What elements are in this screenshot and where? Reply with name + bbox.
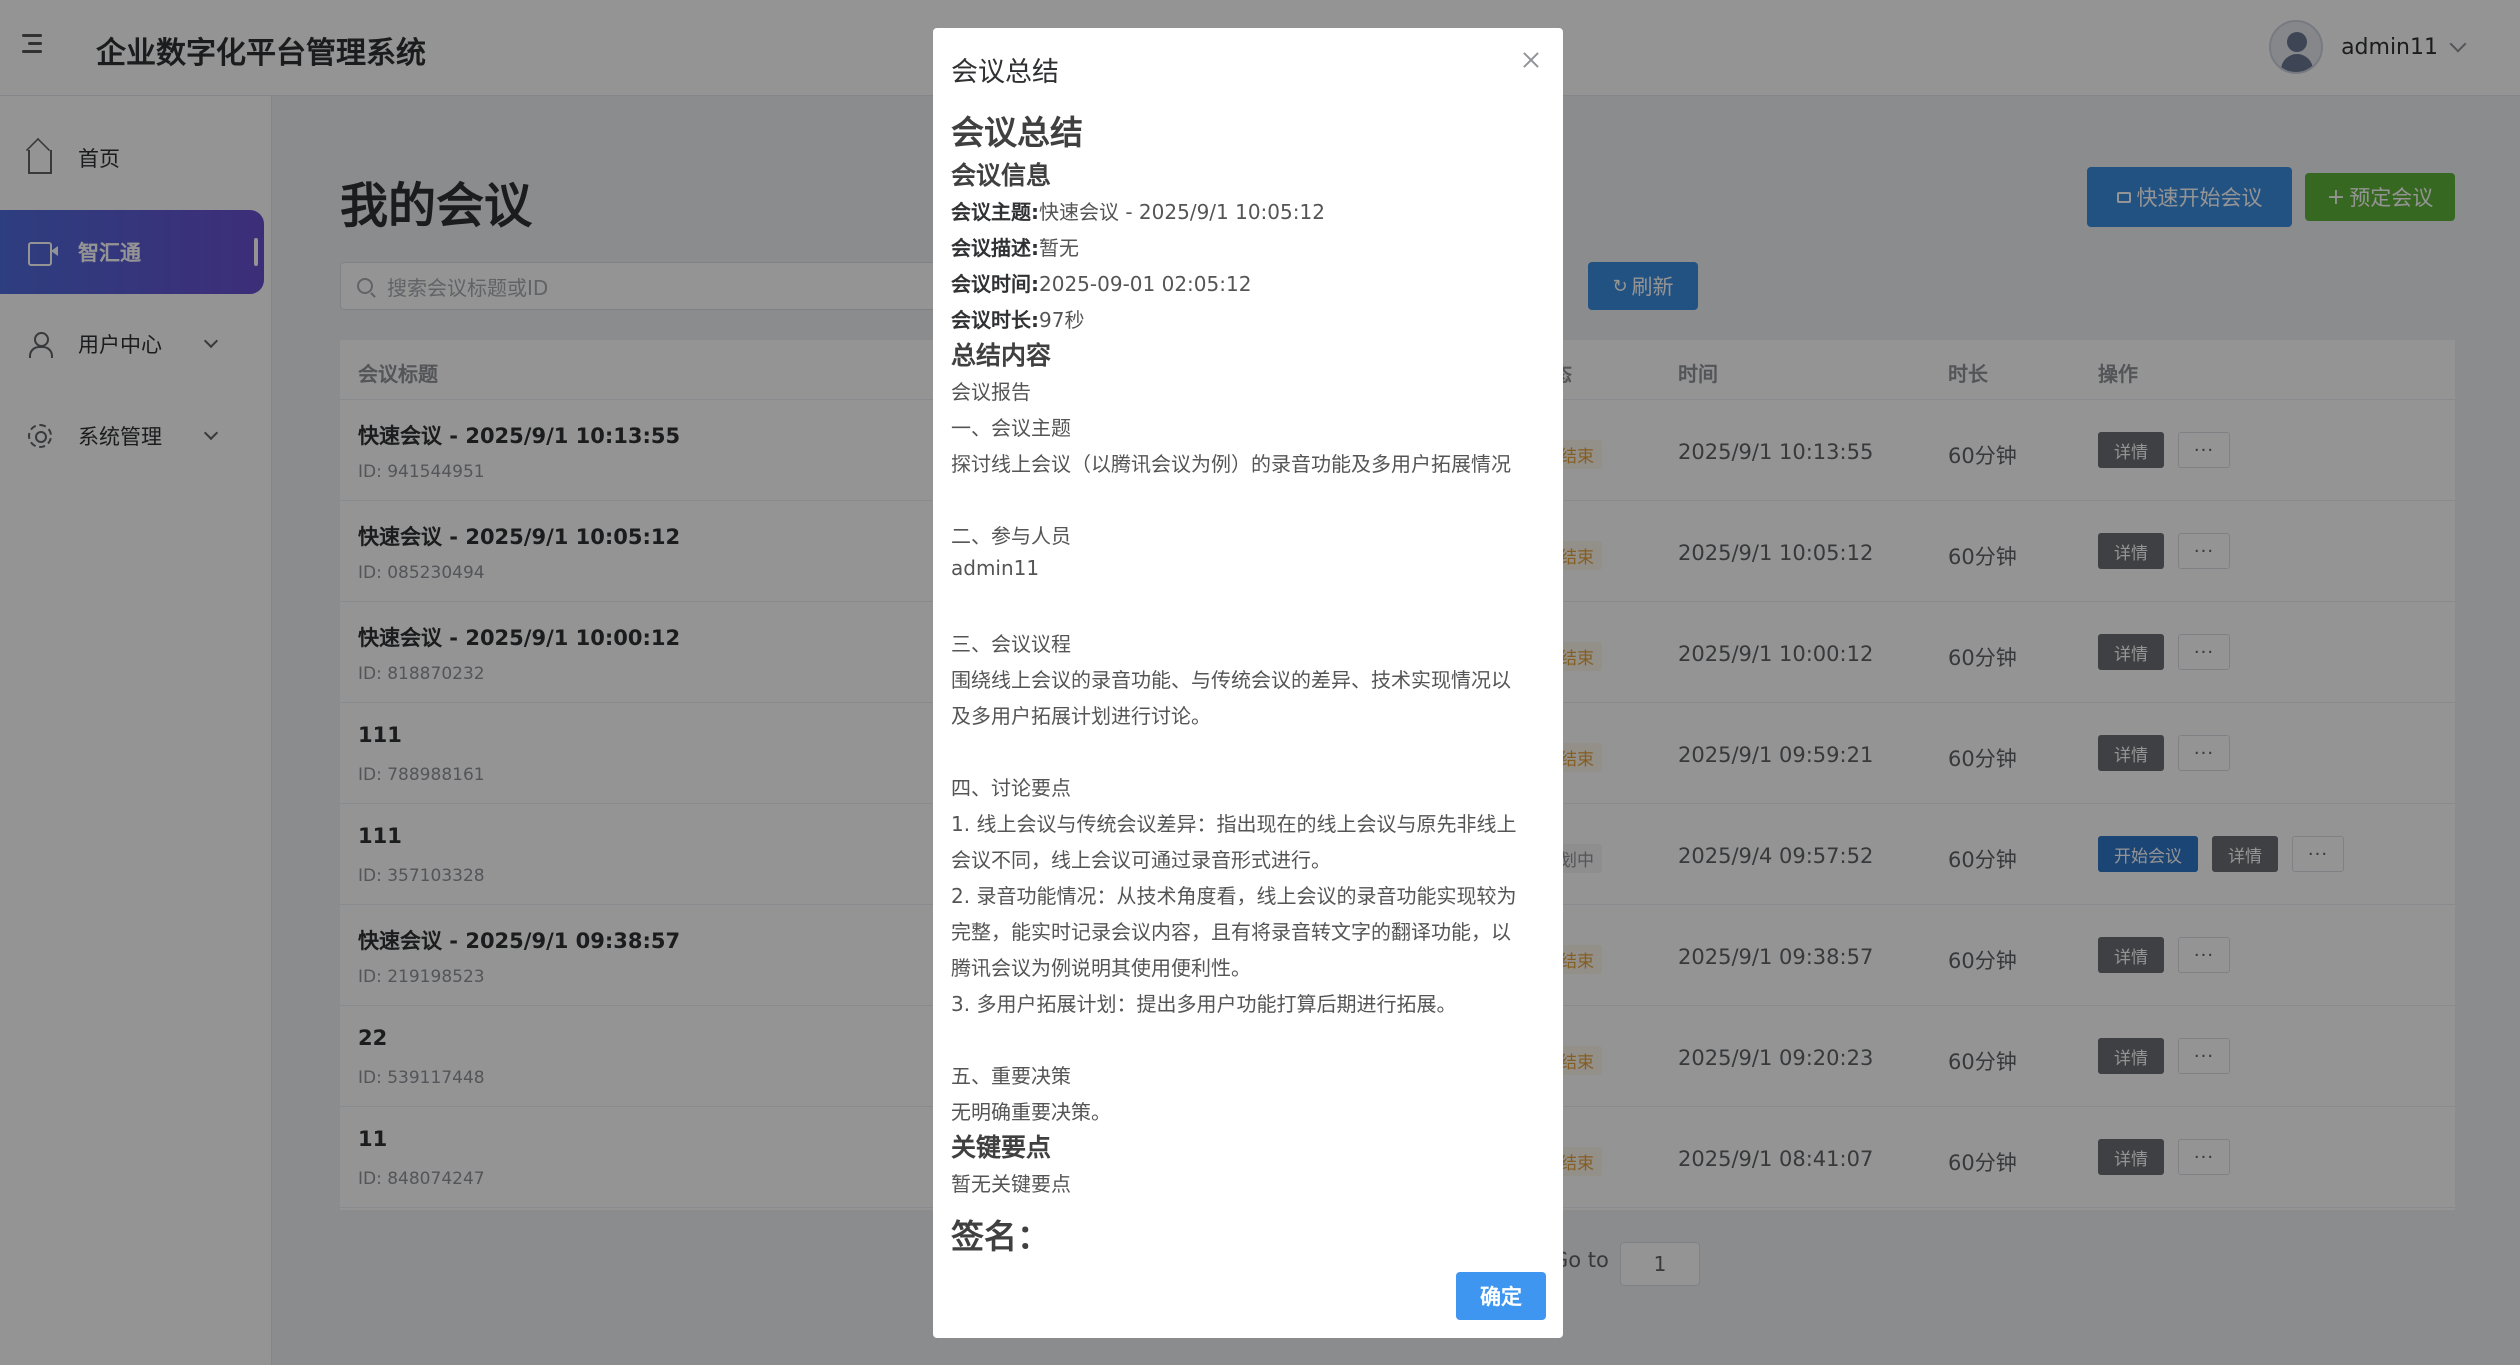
- duration-line: 会议时长:97秒: [951, 304, 1084, 333]
- confirm-button[interactable]: 确定: [1456, 1272, 1546, 1320]
- report-line: 围绕线上会议的录音功能、与传统会议的差异、技术实现情况以: [951, 668, 1511, 692]
- desc-line: 会议描述:暂无: [951, 232, 1079, 261]
- time-value: 2025-09-01 02:05:12: [1039, 272, 1252, 296]
- report-line: 完整，能实时记录会议内容，且有将录音转文字的翻译功能，以: [951, 920, 1511, 944]
- report-line: 四、讨论要点: [951, 776, 1071, 800]
- report-line: 无明确重要决策。: [951, 1100, 1111, 1124]
- dialog-title: 会议总结: [951, 57, 1059, 88]
- key-points-text: 暂无关键要点: [951, 1172, 1071, 1196]
- report-line: 三、会议议程: [951, 632, 1071, 656]
- report-line: 1. 线上会议与传统会议差异：指出现在的线上会议与原先非线上: [951, 812, 1517, 836]
- duration-value: 97秒: [1039, 308, 1085, 332]
- duration-key: 会议时长:: [951, 308, 1039, 332]
- summary-heading: 会议总结: [951, 113, 1083, 152]
- report-line: 3. 多用户拓展计划：提出多用户功能打算后期进行拓展。: [951, 992, 1457, 1016]
- report-line: 会议不同，线上会议可通过录音形式进行。: [951, 848, 1331, 872]
- summary-dialog: 会议总结 会议总结 会议信息 会议主题:快速会议 - 2025/9/1 10:0…: [933, 28, 1563, 1338]
- report-line: 腾讯会议为例说明其使用便利性。: [951, 956, 1251, 980]
- desc-key: 会议描述:: [951, 236, 1039, 260]
- report-line: 二、参与人员: [951, 524, 1071, 548]
- report-line: 探讨线上会议（以腾讯会议为例）的录音功能及多用户拓展情况: [951, 452, 1511, 476]
- desc-value: 暂无: [1039, 236, 1079, 260]
- key-points-heading: 关键要点: [951, 1133, 1052, 1162]
- time-line: 会议时间:2025-09-01 02:05:12: [951, 268, 1251, 297]
- content-heading: 总结内容: [951, 341, 1052, 370]
- subject-value: 快速会议 - 2025/9/1 10:05:12: [1039, 200, 1325, 224]
- report-line: 会议报告: [951, 380, 1031, 404]
- report-line: 一、会议主题: [951, 416, 1071, 440]
- report-line: 及多用户拓展计划进行讨论。: [951, 704, 1211, 728]
- report-line: 2. 录音功能情况：从技术角度看，线上会议的录音功能实现较为: [951, 884, 1517, 908]
- subject-key: 会议主题:: [951, 200, 1039, 224]
- info-heading: 会议信息: [951, 161, 1052, 190]
- time-key: 会议时间:: [951, 272, 1039, 296]
- report-line: 五、重要决策: [951, 1064, 1071, 1088]
- report-line: admin11: [951, 556, 1040, 580]
- signature-label: 签名：: [951, 1217, 1050, 1256]
- close-icon[interactable]: [1519, 48, 1543, 72]
- subject-line: 会议主题:快速会议 - 2025/9/1 10:05:12: [951, 196, 1325, 225]
